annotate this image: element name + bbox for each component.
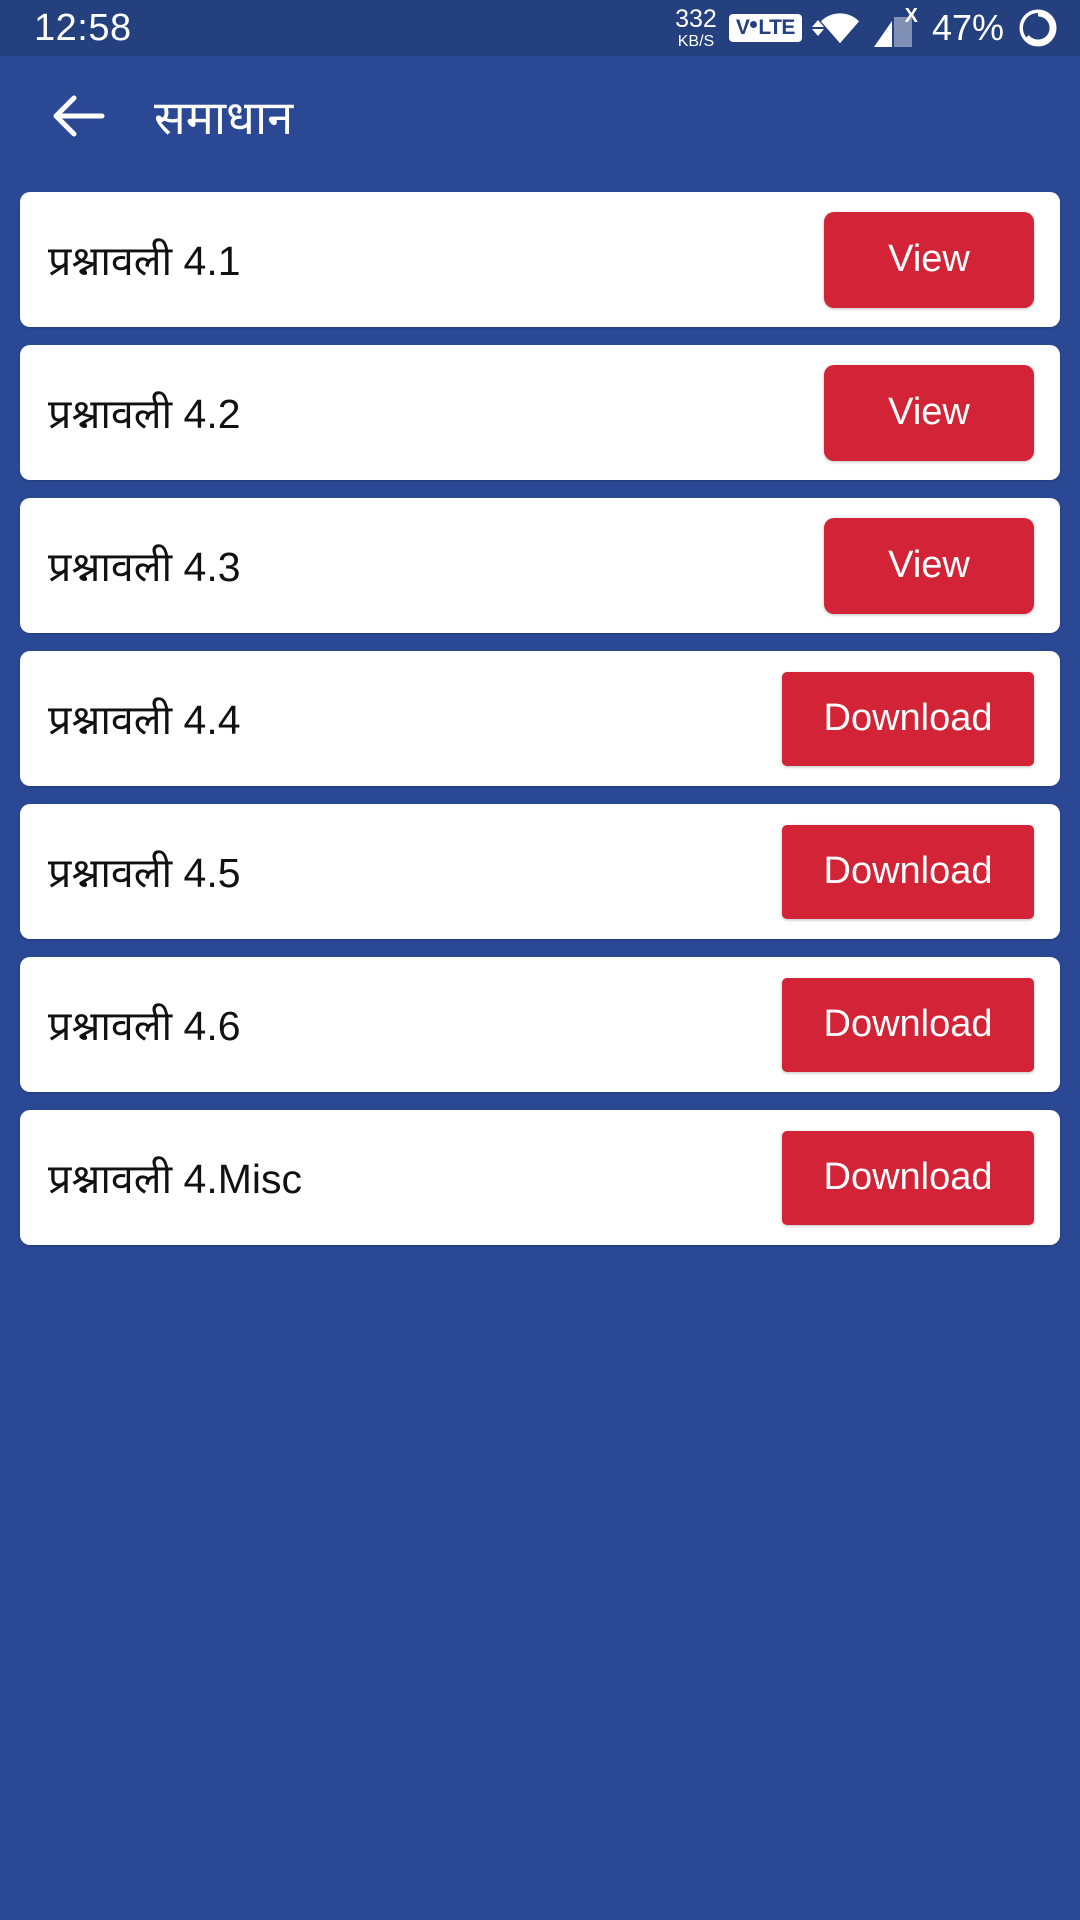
battery-ring-icon bbox=[1019, 9, 1057, 47]
volte-dot bbox=[750, 20, 758, 28]
list-item-label: प्रश्नावली 4.5 bbox=[48, 849, 241, 896]
download-button[interactable]: Download bbox=[782, 1130, 1034, 1225]
list-item-label: प्रश्नावली 4.4 bbox=[48, 696, 241, 743]
network-speed-value: 332 bbox=[675, 4, 717, 33]
exercise-list: प्रश्नावली 4.1 View प्रश्नावली 4.2 View प्रश… bbox=[0, 192, 1080, 1245]
download-button[interactable]: Download bbox=[782, 824, 1034, 919]
volte-icon: V LTE bbox=[728, 14, 802, 42]
page-title: समाधान bbox=[154, 91, 294, 144]
list-item[interactable]: प्रश्नावली 4.3 View bbox=[20, 498, 1060, 633]
list-item-label: प्रश्नावली 4.2 bbox=[48, 390, 241, 437]
view-button[interactable]: View bbox=[824, 517, 1034, 614]
status-bar-clock: 12:58 bbox=[34, 7, 132, 50]
download-button[interactable]: Download bbox=[782, 671, 1034, 766]
back-button[interactable] bbox=[40, 78, 116, 154]
volte-label-right: LTE bbox=[758, 16, 795, 39]
list-item[interactable]: प्रश्नावली 4.4 Download bbox=[20, 651, 1060, 786]
status-bar-indicators: 332 KB/S V LTE X 47% bbox=[675, 4, 1058, 50]
list-item-label: प्रश्नावली 4.3 bbox=[48, 543, 241, 590]
list-item[interactable]: प्रश्नावली 4.1 View bbox=[20, 192, 1060, 327]
list-item[interactable]: प्रश्नावली 4.Misc Download bbox=[20, 1110, 1060, 1245]
list-item[interactable]: प्रश्नावली 4.6 Download bbox=[20, 957, 1060, 1092]
volte-label-left: V bbox=[735, 16, 750, 39]
battery-percent-text: 47% bbox=[931, 7, 1004, 48]
app-bar: समाधान bbox=[0, 56, 1080, 176]
list-item-label: प्रश्नावली 4.1 bbox=[48, 237, 241, 284]
status-bar: 12:58 332 KB/S V LTE X 47% bbox=[0, 0, 1080, 56]
view-button[interactable]: View bbox=[824, 364, 1034, 461]
clock-text: 12:58 bbox=[34, 6, 132, 49]
back-arrow-icon bbox=[53, 95, 105, 137]
wifi-traffic-arrows-icon bbox=[811, 20, 824, 36]
wifi-icon bbox=[811, 8, 860, 48]
network-speed-indicator: 332 KB/S bbox=[675, 4, 717, 50]
list-item[interactable]: प्रश्नावली 4.5 Download bbox=[20, 804, 1060, 939]
signal-bars-icon: X bbox=[872, 5, 918, 49]
view-button[interactable]: View bbox=[824, 211, 1034, 308]
network-speed-unit: KB/S bbox=[677, 32, 715, 50]
list-item[interactable]: प्रश्नावली 4.2 View bbox=[20, 345, 1060, 480]
list-item-label: प्रश्नावली 4.6 bbox=[48, 1002, 241, 1049]
list-item-label: प्रश्नावली 4.Misc bbox=[48, 1155, 302, 1202]
download-button[interactable]: Download bbox=[782, 977, 1034, 1072]
